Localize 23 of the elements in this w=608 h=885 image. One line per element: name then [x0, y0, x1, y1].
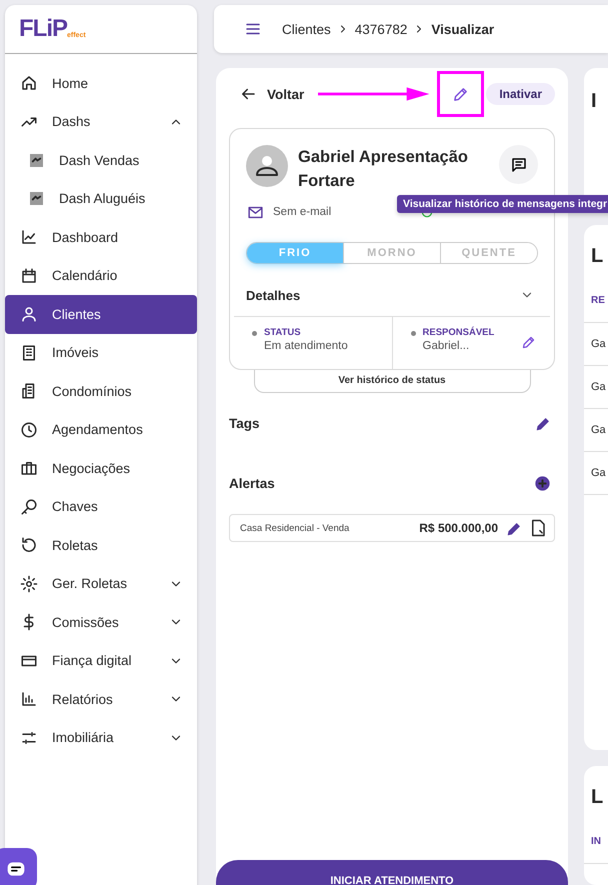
- card-title: L: [591, 245, 604, 270]
- field-value: Gabriel...: [422, 340, 470, 352]
- field-value: Em atendimento: [264, 340, 349, 352]
- alert-price: R$ 500.000,00: [419, 521, 498, 535]
- alert-name: Casa Residencial - Venda: [240, 522, 350, 534]
- table-cell: Ga: [584, 366, 608, 410]
- card-title: L: [591, 786, 604, 810]
- field-label: RESPONSÁVEL: [422, 327, 496, 338]
- tooltip: Visualizar histórico de mensagens integr: [397, 195, 608, 213]
- breadcrumb: Visualizar: [431, 22, 494, 36]
- card-title: I: [591, 90, 598, 114]
- table-cell: Ga: [584, 323, 608, 366]
- logo: FLiP: [19, 15, 67, 43]
- section-title: Detalhes: [246, 288, 300, 302]
- client-name: Gabriel Apresentação Fortare: [298, 147, 469, 192]
- column-header: RE: [584, 295, 608, 324]
- column-header: IN: [584, 836, 608, 864]
- table-cell: Ga: [584, 452, 608, 496]
- table-cell: Ga: [584, 409, 608, 452]
- field-label: STATUS: [264, 327, 302, 338]
- email-text: Sem e-mail: [273, 206, 332, 218]
- section-title: Tags: [229, 416, 260, 430]
- section-title: Alertas: [229, 476, 275, 490]
